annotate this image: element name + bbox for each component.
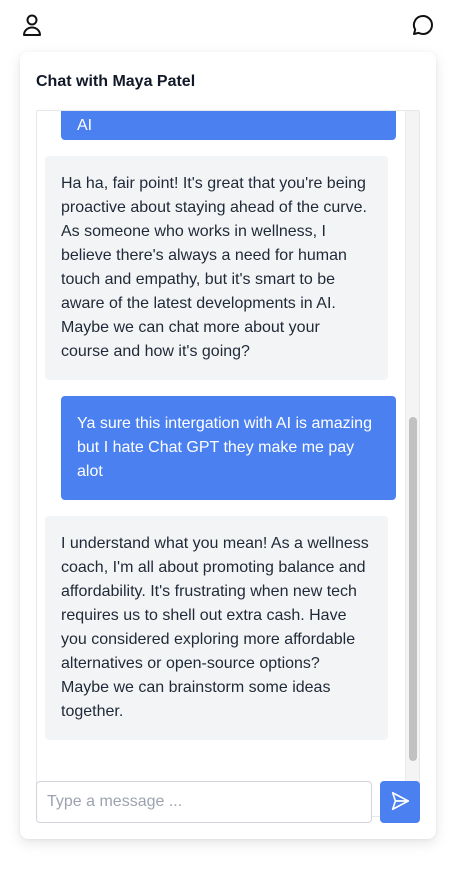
chat-card: Chat with Maya Patel AI Ha ha, fair poin…: [20, 52, 436, 839]
composer: [36, 781, 420, 823]
message-list[interactable]: AI Ha ha, fair point! It's great that yo…: [36, 110, 420, 817]
bot-message: Ha ha, fair point! It's great that you'r…: [45, 156, 388, 380]
message-text: AI: [77, 117, 93, 134]
scrollbar[interactable]: [405, 111, 419, 816]
scrollbar-thumb[interactable]: [409, 417, 417, 761]
message-text: Ya sure this intergation with AI is amaz…: [77, 415, 372, 480]
user-message: AI: [61, 111, 396, 140]
bot-message: I understand what you mean! As a wellnes…: [45, 516, 388, 740]
chat-title: Chat with Maya Patel: [36, 73, 196, 90]
top-bar: [0, 0, 457, 52]
chat-bubble-icon[interactable]: [410, 12, 436, 38]
message-input[interactable]: [36, 781, 372, 823]
message-text: Ha ha, fair point! It's great that you'r…: [61, 175, 367, 360]
send-icon: [389, 790, 411, 815]
user-icon[interactable]: [19, 12, 45, 38]
send-button[interactable]: [380, 781, 420, 823]
message-scroll-area: AI Ha ha, fair point! It's great that yo…: [37, 111, 407, 816]
user-message: Ya sure this intergation with AI is amaz…: [61, 396, 396, 500]
message-text: I understand what you mean! As a wellnes…: [61, 535, 369, 720]
